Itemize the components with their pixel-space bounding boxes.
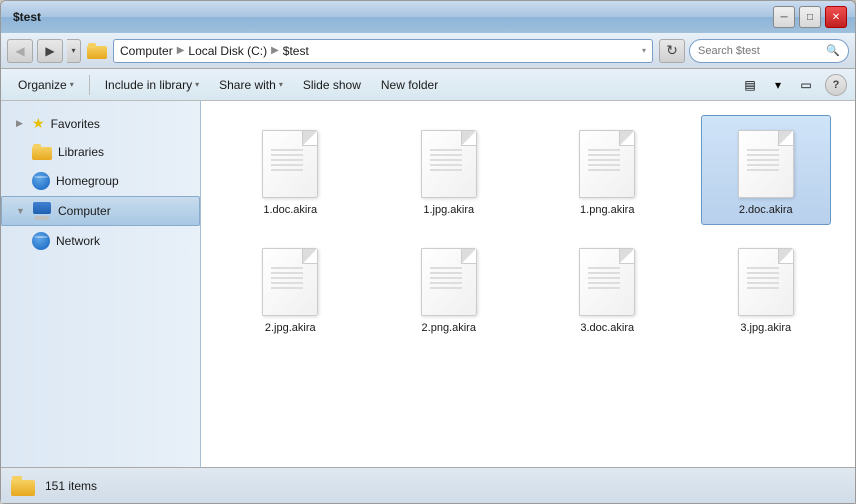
- favorites-icon: ★: [32, 115, 45, 132]
- file-label: 3.jpg.akira: [740, 322, 791, 334]
- sidebar-label-computer: Computer: [58, 204, 111, 218]
- path-dropdown-arrow[interactable]: ▾: [642, 46, 646, 55]
- back-button[interactable]: ◀: [7, 39, 33, 63]
- search-icon: 🔍: [826, 44, 840, 57]
- expand-icon: ▶: [16, 118, 26, 129]
- nav-dropdown[interactable]: ▾: [67, 39, 81, 63]
- file-label: 1.png.akira: [580, 204, 634, 216]
- network-icon: [32, 232, 50, 250]
- share-with-button[interactable]: Share with ▾: [210, 72, 292, 98]
- view-dropdown-icon: ▾: [775, 78, 781, 92]
- path-folder-icon: [87, 43, 107, 59]
- share-label: Share with: [219, 78, 276, 92]
- file-content-area: 1.doc.akira 1.jpg.akira 1.png.akira 2.do…: [201, 101, 855, 467]
- include-dropdown-icon: ▾: [195, 80, 199, 89]
- file-icon: [260, 126, 320, 198]
- organize-label: Organize: [18, 78, 67, 92]
- sidebar-item-libraries[interactable]: Libraries: [1, 138, 200, 166]
- computer-icon: [32, 202, 52, 220]
- file-icon: [736, 244, 796, 316]
- file-label: 1.jpg.akira: [423, 204, 474, 216]
- organize-button[interactable]: Organize ▾: [9, 72, 83, 98]
- file-item[interactable]: 3.doc.akira: [542, 233, 672, 343]
- file-icon: [419, 244, 479, 316]
- explorer-window: $test ─ □ ✕ ◀ ▶ ▾ Computer ▶ Local Disk …: [0, 0, 856, 504]
- include-label: Include in library: [105, 78, 192, 92]
- file-item[interactable]: 2.doc.akira: [701, 115, 831, 225]
- sidebar-item-computer[interactable]: ▼ Computer: [1, 196, 200, 226]
- titlebar: $test ─ □ ✕: [1, 1, 855, 33]
- minimize-button[interactable]: ─: [773, 6, 795, 28]
- search-input[interactable]: [698, 45, 822, 57]
- file-item[interactable]: 2.png.akira: [384, 233, 514, 343]
- path-folder[interactable]: $test: [283, 44, 309, 58]
- search-box: 🔍: [689, 39, 849, 63]
- file-icon: [577, 126, 637, 198]
- file-icon: [260, 244, 320, 316]
- forward-button[interactable]: ▶: [37, 39, 63, 63]
- share-dropdown-icon: ▾: [279, 80, 283, 89]
- toolbar-sep-1: [89, 75, 90, 95]
- addressbar: ◀ ▶ ▾ Computer ▶ Local Disk (C:) ▶ $test…: [1, 33, 855, 69]
- close-button[interactable]: ✕: [825, 6, 847, 28]
- file-label: 3.doc.akira: [580, 322, 634, 334]
- sidebar-label-homegroup: Homegroup: [56, 174, 119, 188]
- slideshow-label: Slide show: [303, 78, 361, 92]
- file-label: 1.doc.akira: [263, 204, 317, 216]
- homegroup-icon: [32, 172, 50, 190]
- sidebar-label-network: Network: [56, 234, 100, 248]
- window-controls: ─ □ ✕: [773, 6, 847, 28]
- new-folder-button[interactable]: New folder: [372, 72, 447, 98]
- file-item[interactable]: 1.doc.akira: [225, 115, 355, 225]
- status-folder-icon: [11, 476, 35, 496]
- sidebar-item-favorites[interactable]: ▶ ★ Favorites: [1, 109, 200, 138]
- toolbar: Organize ▾ Include in library ▾ Share wi…: [1, 69, 855, 101]
- refresh-button[interactable]: ↻: [659, 39, 685, 63]
- path-computer[interactable]: Computer: [120, 44, 173, 58]
- include-library-button[interactable]: Include in library ▾: [96, 72, 208, 98]
- preview-pane-button[interactable]: ▭: [793, 72, 819, 98]
- file-label: 2.jpg.akira: [265, 322, 316, 334]
- file-item[interactable]: 2.jpg.akira: [225, 233, 355, 343]
- sidebar-label-libraries: Libraries: [58, 145, 104, 159]
- view-icon: ▤: [744, 78, 755, 92]
- file-item[interactable]: 3.jpg.akira: [701, 233, 831, 343]
- sidebar-item-homegroup[interactable]: Homegroup: [1, 166, 200, 196]
- expand-icon-comp: ▼: [16, 206, 26, 216]
- slideshow-button[interactable]: Slide show: [294, 72, 370, 98]
- path-localdisk[interactable]: Local Disk (C:): [188, 44, 267, 58]
- file-label: 2.doc.akira: [739, 204, 793, 216]
- view-controls: ▤ ▾ ▭ ?: [737, 72, 847, 98]
- window-title: $test: [13, 10, 41, 24]
- help-button[interactable]: ?: [825, 74, 847, 96]
- sidebar-label-favorites: Favorites: [51, 117, 100, 131]
- file-icon: [419, 126, 479, 198]
- organize-dropdown-icon: ▾: [70, 80, 74, 89]
- file-item[interactable]: 1.png.akira: [542, 115, 672, 225]
- view-mode-button[interactable]: ▤: [737, 72, 763, 98]
- file-label: 2.png.akira: [422, 322, 476, 334]
- maximize-button[interactable]: □: [799, 6, 821, 28]
- preview-icon: ▭: [800, 78, 811, 92]
- new-folder-label: New folder: [381, 78, 438, 92]
- status-item-count: 151 items: [45, 479, 97, 493]
- sidebar-item-network[interactable]: Network: [1, 226, 200, 256]
- statusbar: 151 items: [1, 467, 855, 503]
- view-dropdown-button[interactable]: ▾: [765, 72, 791, 98]
- address-path[interactable]: Computer ▶ Local Disk (C:) ▶ $test ▾: [113, 39, 653, 63]
- main-area: ▶ ★ Favorites Libraries Homegroup: [1, 101, 855, 467]
- file-item[interactable]: 1.jpg.akira: [384, 115, 514, 225]
- sidebar: ▶ ★ Favorites Libraries Homegroup: [1, 101, 201, 467]
- file-icon: [736, 126, 796, 198]
- file-icon: [577, 244, 637, 316]
- libraries-icon: [32, 144, 52, 160]
